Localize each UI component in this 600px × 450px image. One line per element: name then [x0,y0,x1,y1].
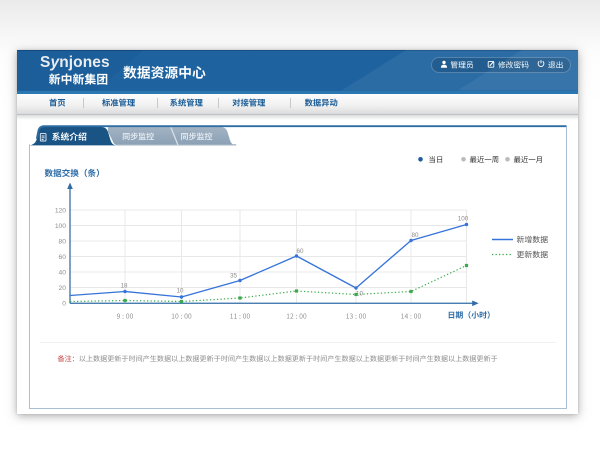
svg-text:100: 100 [458,216,469,223]
svg-text:80: 80 [59,238,67,245]
svg-text:60: 60 [59,254,67,261]
svg-text:10: 10 [176,288,184,295]
svg-text:100: 100 [55,223,66,230]
svg-text:0: 0 [62,300,66,307]
svg-text:18: 18 [120,283,128,290]
svg-text:60: 60 [296,248,304,255]
svg-text:35: 35 [230,273,238,280]
svg-text:80: 80 [411,232,419,239]
svg-text:10: 10 [356,291,364,298]
svg-text:20: 20 [59,285,67,292]
svg-text:40: 40 [59,269,67,276]
svg-text:120: 120 [55,207,66,214]
